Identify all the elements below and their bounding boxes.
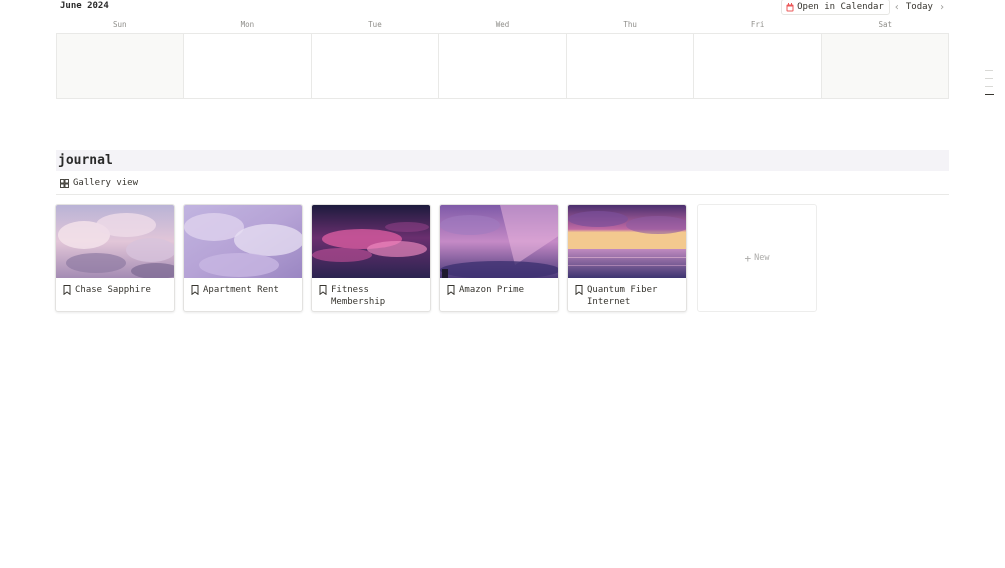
weekday-mon: Mon — [240, 20, 255, 29]
calendar-header: June 2024 Open in Calendar ‹ Today › — [56, 0, 949, 15]
card-cover-image — [184, 205, 302, 278]
database-title-bar: journal — [56, 150, 949, 171]
bookmark-icon — [447, 285, 455, 295]
card-body: Quantum Fiber Internet — [568, 278, 686, 308]
bookmark-icon — [191, 285, 199, 295]
view-divider — [56, 194, 949, 195]
weekday-fri: Fri — [750, 20, 765, 29]
gallery-grid: Chase Sapphire Apartment Rent Fitness Me… — [55, 204, 817, 312]
calendar-day-cell[interactable] — [311, 34, 440, 98]
toc-line — [985, 86, 993, 87]
card-body: Fitness Membership — [312, 278, 430, 308]
weekday-sun: Sun — [113, 20, 127, 29]
calendar-day-cell[interactable] — [821, 34, 949, 98]
toc-line-active — [985, 94, 994, 95]
calendar-icon — [786, 2, 794, 11]
toc-line — [985, 70, 993, 71]
weekday-thu: Thu — [623, 20, 637, 29]
bookmark-icon — [319, 285, 327, 295]
calendar-day-cell[interactable] — [184, 34, 312, 98]
new-card-button[interactable]: + New — [697, 204, 817, 312]
weekday-tue: Tue — [368, 20, 382, 29]
card-cover-image — [312, 205, 430, 278]
database-title[interactable]: journal — [58, 153, 113, 168]
gallery-card[interactable]: Apartment Rent — [183, 204, 303, 312]
plus-icon: + — [744, 251, 752, 265]
card-title: Apartment Rent — [203, 285, 279, 295]
card-body: Amazon Prime — [440, 278, 558, 296]
weekday-wed: Wed — [495, 20, 510, 29]
calendar-week-row — [56, 33, 949, 99]
bookmark-icon — [63, 285, 71, 295]
calendar-actions: Open in Calendar ‹ Today › — [781, 0, 949, 15]
card-body: Chase Sapphire — [56, 278, 174, 296]
weekday-header-row: Sun Mon Tue Wed Thu Fri Sat — [56, 20, 949, 29]
calendar-day-cell[interactable] — [57, 34, 185, 98]
today-button[interactable]: Today — [904, 2, 935, 12]
gallery-card[interactable]: Quantum Fiber Internet — [567, 204, 687, 312]
chevron-right-icon[interactable]: › — [935, 2, 949, 13]
open-in-calendar-button[interactable]: Open in Calendar — [781, 0, 890, 15]
card-title: Chase Sapphire — [75, 285, 151, 295]
gallery-card[interactable]: Amazon Prime — [439, 204, 559, 312]
month-label: June 2024 — [60, 1, 109, 11]
card-title: Amazon Prime — [459, 285, 525, 295]
tab-gallery-view[interactable]: Gallery view — [60, 178, 138, 188]
open-in-calendar-label: Open in Calendar — [797, 2, 884, 12]
card-cover-image — [568, 205, 686, 278]
chevron-left-icon[interactable]: ‹ — [890, 2, 904, 13]
weekday-sat: Sat — [878, 20, 893, 29]
new-card-label: New — [754, 253, 770, 263]
card-body: Apartment Rent — [184, 278, 302, 296]
calendar-day-cell[interactable] — [566, 34, 695, 98]
gallery-card[interactable]: Chase Sapphire — [55, 204, 175, 312]
card-cover-image — [56, 205, 174, 278]
gallery-card[interactable]: Fitness Membership — [311, 204, 431, 312]
bookmark-icon — [575, 285, 583, 295]
gallery-grid-icon — [60, 178, 69, 188]
card-title: Quantum Fiber Internet — [587, 285, 658, 307]
toc-line — [985, 78, 993, 79]
calendar-day-cell[interactable] — [439, 34, 567, 98]
calendar-day-cell[interactable] — [694, 34, 822, 98]
card-cover-image — [440, 205, 558, 278]
gallery-view-label: Gallery view — [73, 178, 139, 188]
table-of-contents-indicator[interactable] — [985, 70, 995, 102]
card-title: Fitness Membership — [331, 285, 386, 307]
